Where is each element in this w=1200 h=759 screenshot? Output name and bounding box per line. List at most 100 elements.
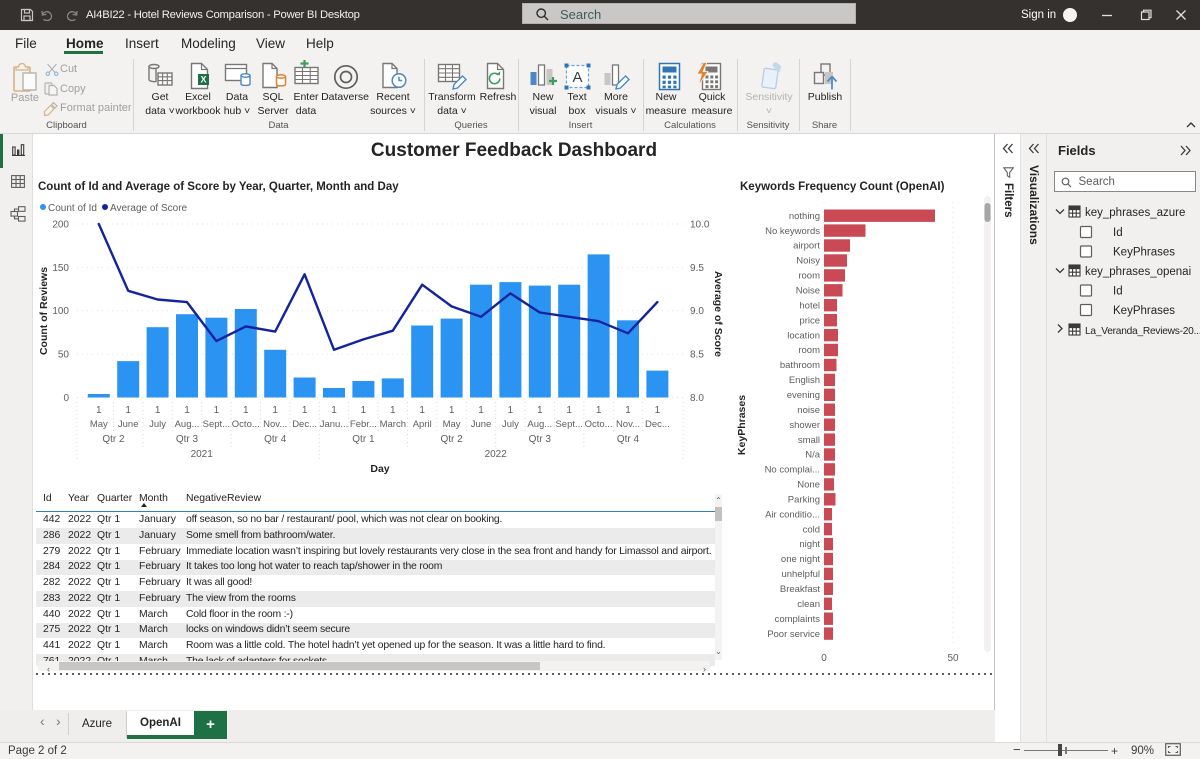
svg-text:key_phrases_azure: key_phrases_azure [1085,207,1185,219]
svg-text:noise: noise [797,405,820,416]
svg-text:1: 1 [302,405,308,416]
svg-text:9.0: 9.0 [690,306,704,317]
svg-text:2021: 2021 [191,449,214,460]
svg-text:Febr...: Febr... [350,419,377,430]
svg-text:cold: cold [803,524,820,535]
svg-text:Breakfast: Breakfast [780,584,820,595]
svg-text:Qtr 3: Qtr 3 [176,434,199,445]
svg-text:KeyPhrases: KeyPhrases [1113,305,1175,317]
svg-text:clean: clean [797,599,820,610]
svg-text:1: 1 [243,405,249,416]
svg-text:2022: 2022 [485,449,508,460]
svg-text:Parking: Parking [788,495,820,506]
svg-text:1: 1 [272,405,278,416]
svg-text:No keywords: No keywords [765,226,820,237]
svg-text:8.5: 8.5 [690,350,704,361]
svg-text:Qtr 2: Qtr 2 [440,434,463,445]
svg-text:KeyPhrases: KeyPhrases [1113,247,1175,259]
svg-text:bathroom: bathroom [780,360,820,371]
svg-text:Id: Id [1113,286,1123,298]
svg-text:one night: one night [781,554,820,565]
svg-text:1: 1 [361,405,367,416]
svg-text:room: room [798,271,820,282]
svg-text:Sept...: Sept... [555,419,582,430]
svg-text:1: 1 [508,405,514,416]
svg-text:small: small [798,435,820,446]
svg-text:50: 50 [947,653,959,664]
svg-text:evening: evening [787,390,820,401]
svg-text:1: 1 [184,405,190,416]
svg-text:1: 1 [566,405,572,416]
svg-text:Qtr 2: Qtr 2 [102,434,125,445]
svg-text:Keywords Frequency Count (Open: Keywords Frequency Count (OpenAI) [740,181,945,193]
svg-text:Aug...: Aug... [175,419,200,430]
svg-text:Day: Day [370,463,389,475]
svg-text:Qtr 3: Qtr 3 [529,434,552,445]
svg-text:1: 1 [478,405,484,416]
svg-text:1: 1 [214,405,220,416]
svg-text:room: room [798,345,820,356]
svg-text:July: July [149,419,166,430]
svg-text:complaints: complaints [775,614,821,625]
svg-text:Poor service: Poor service [767,629,820,640]
svg-text:May: May [90,419,108,430]
svg-text:150: 150 [52,263,69,274]
svg-text:Average of Score: Average of Score [712,271,724,357]
svg-text:Janu...: Janu... [320,419,349,430]
svg-text:1: 1 [125,405,131,416]
svg-text:April: April [413,419,432,430]
svg-text:X: X [200,75,206,85]
svg-text:March: March [380,419,406,430]
svg-text:50: 50 [58,350,70,361]
svg-text:9.5: 9.5 [690,263,704,274]
svg-text:Average of Score: Average of Score [110,203,188,214]
svg-text:1: 1 [655,405,661,416]
svg-text:KeyPhrases: KeyPhrases [736,395,748,455]
svg-text:Octo...: Octo... [585,419,613,430]
svg-text:Qtr 1: Qtr 1 [352,434,375,445]
svg-text:10.0: 10.0 [690,220,710,231]
svg-text:Count of Id and Average of Sco: Count of Id and Average of Score by Year… [38,181,399,193]
svg-text:1: 1 [537,405,543,416]
svg-text:Count of Id: Count of Id [48,203,97,214]
svg-text:location: location [787,330,820,341]
svg-text:unhelpful: unhelpful [781,569,820,580]
svg-text:1: 1 [390,405,396,416]
svg-text:key_phrases_openai: key_phrases_openai [1085,266,1191,278]
svg-text:1: 1 [419,405,425,416]
svg-text:None: None [797,480,820,491]
svg-text:price: price [799,315,820,326]
svg-text:Noisy: Noisy [796,256,820,267]
svg-text:Dec...: Dec... [645,419,670,430]
svg-text:0: 0 [821,653,827,664]
svg-text:La_Veranda_Reviews-20...: La_Veranda_Reviews-20... [1085,326,1200,337]
svg-text:July: July [502,419,519,430]
svg-text:1: 1 [596,405,602,416]
svg-text:No complai...: No complai... [765,465,820,476]
svg-text:Qtr 4: Qtr 4 [617,434,640,445]
svg-text:Qtr 4: Qtr 4 [264,434,287,445]
svg-text:1: 1 [96,405,102,416]
svg-text:Octo...: Octo... [232,419,260,430]
svg-text:June: June [471,419,492,430]
svg-text:Air conditio...: Air conditio... [765,509,820,520]
svg-text:1: 1 [155,405,161,416]
svg-text:Nov...: Nov... [263,419,287,430]
svg-text:Sept...: Sept... [203,419,230,430]
svg-text:airport: airport [793,241,820,252]
svg-text:1: 1 [625,405,631,416]
svg-text:Aug...: Aug... [527,419,552,430]
svg-text:Id: Id [1113,227,1123,239]
svg-text:shower: shower [789,420,820,431]
svg-text:hotel: hotel [799,300,820,311]
svg-text:June: June [118,419,139,430]
svg-text:1: 1 [331,405,337,416]
svg-text:Count of Reviews: Count of Reviews [38,267,50,355]
svg-text:night: night [799,539,820,550]
svg-text:Dec...: Dec... [292,419,317,430]
svg-text:English: English [789,375,820,386]
svg-text:Nov...: Nov... [616,419,640,430]
svg-text:nothing: nothing [789,211,820,222]
svg-text:May: May [443,419,461,430]
svg-text:N/a: N/a [805,450,821,461]
